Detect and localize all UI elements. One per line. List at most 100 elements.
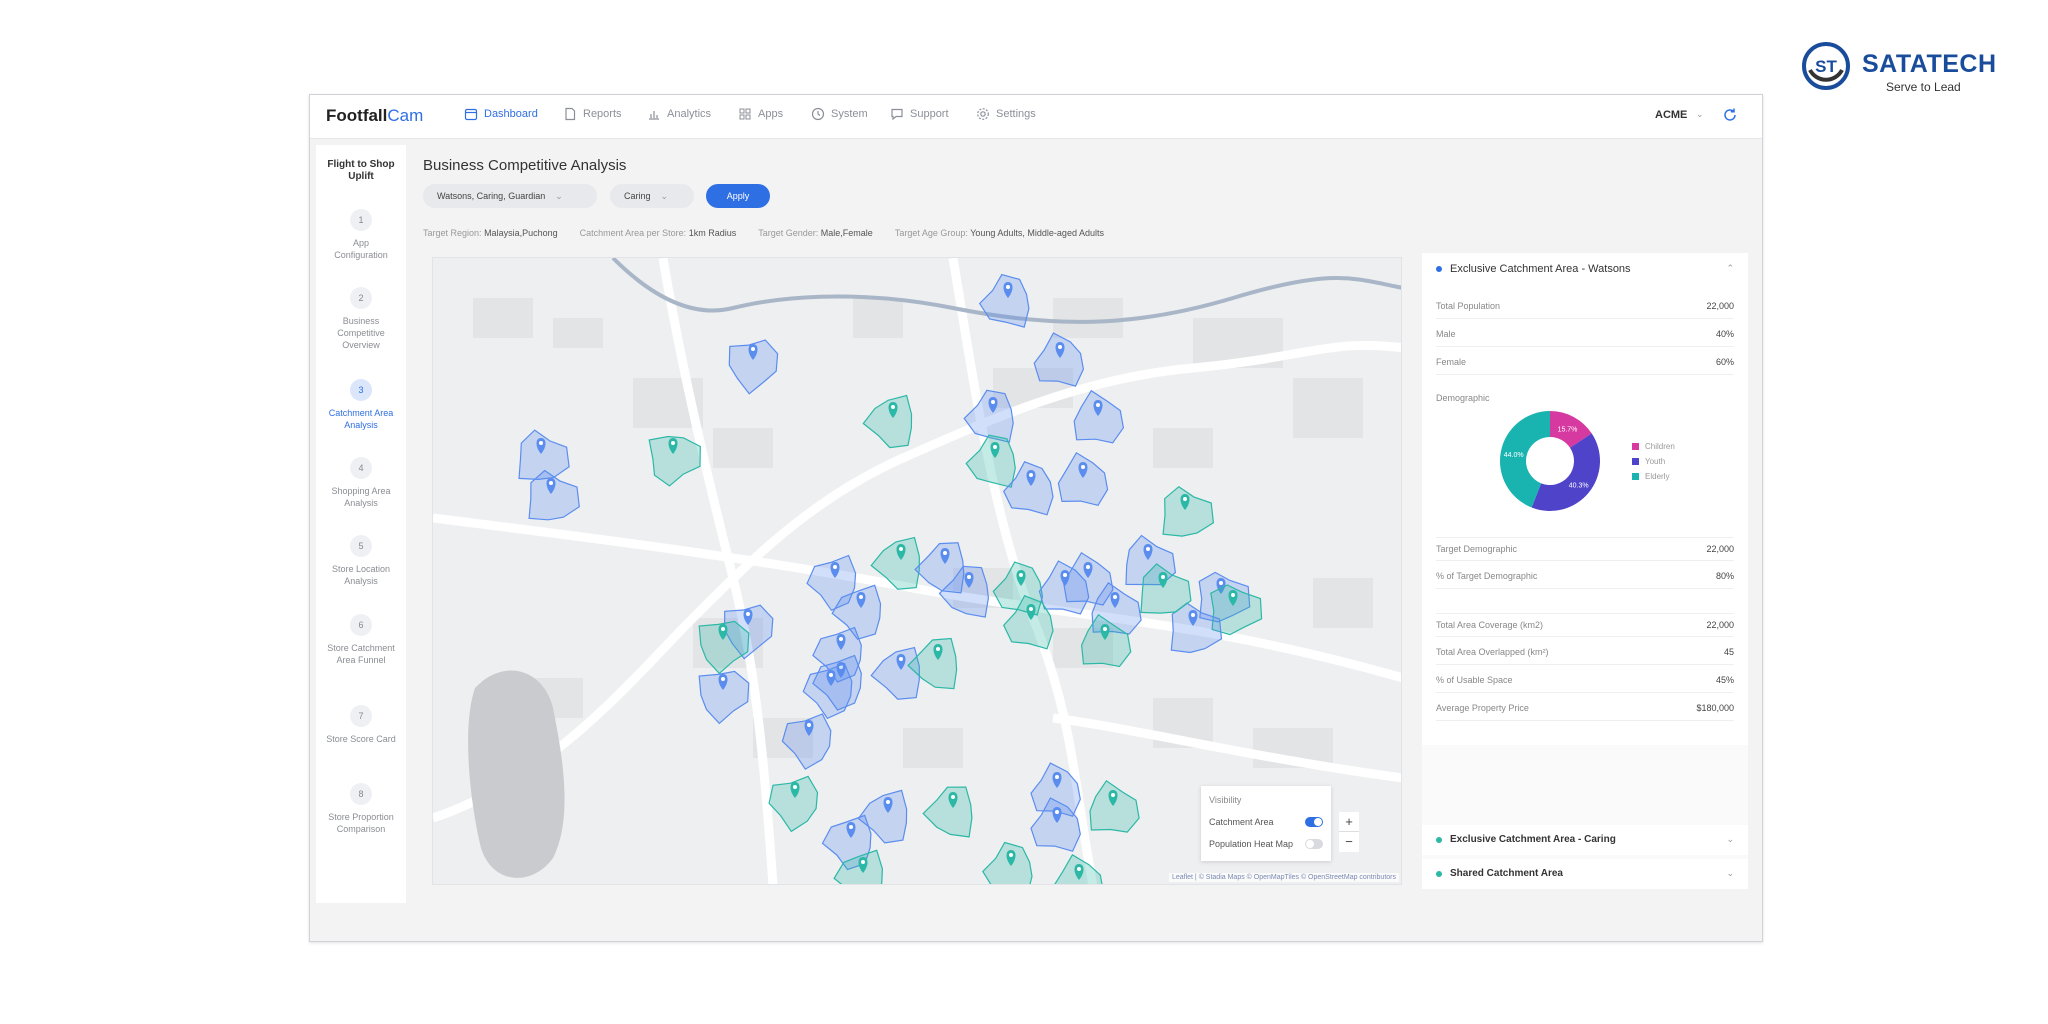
caring-catchment-area[interactable] bbox=[768, 775, 819, 833]
nav-apps[interactable]: Apps bbox=[738, 107, 783, 121]
watsons-catchment-area[interactable] bbox=[728, 339, 779, 395]
watsons-section-header[interactable]: Exclusive Catchment Area - Watsons bbox=[1436, 263, 1631, 275]
grid-icon bbox=[739, 108, 751, 120]
population-heat-map-toggle[interactable] bbox=[1305, 839, 1323, 849]
stat-row: Total Area Coverage (km2) 22,000 bbox=[1436, 613, 1734, 637]
map-attribution[interactable]: Leaflet | © Stadia Maps © OpenMapTiles ©… bbox=[1168, 873, 1399, 882]
store-pin-dot bbox=[943, 551, 947, 555]
catchment-polygon[interactable] bbox=[965, 434, 1016, 488]
catchment-polygon[interactable] bbox=[1033, 332, 1085, 387]
step-store-catchment-area-funnel[interactable]: 6 Store Catchment Area Funnel bbox=[316, 614, 406, 666]
caring-catchment-area[interactable] bbox=[648, 435, 701, 487]
step-business-competitive-overview[interactable]: 2 Business Competitive Overview bbox=[316, 287, 406, 351]
watsons-catchment-area[interactable] bbox=[1057, 451, 1109, 506]
catchment-polygon[interactable] bbox=[1057, 451, 1109, 506]
store-pin-dot bbox=[859, 595, 863, 599]
store-pin-dot bbox=[839, 637, 843, 641]
step-store-proportion-comparison[interactable]: 8 Store Proportion Comparison bbox=[316, 783, 406, 835]
shared-section-header[interactable]: Shared Catchment Area bbox=[1436, 868, 1563, 879]
catchment-polygon[interactable] bbox=[963, 389, 1014, 443]
step-store-score-card[interactable]: 7 Store Score Card bbox=[316, 705, 406, 745]
store-pin-dot bbox=[807, 723, 811, 727]
catchment-areas[interactable] bbox=[518, 273, 1263, 886]
catchment-polygon[interactable] bbox=[862, 394, 913, 449]
caring-catchment-area[interactable] bbox=[982, 841, 1033, 886]
store-pin-dot bbox=[1077, 867, 1081, 871]
caring-catchment-area[interactable] bbox=[1162, 485, 1215, 537]
zoom-in-button[interactable]: + bbox=[1339, 812, 1359, 832]
lake bbox=[468, 670, 565, 878]
store-pin-dot bbox=[833, 565, 837, 569]
store-pin-dot bbox=[1029, 607, 1033, 611]
store-pin-dot bbox=[539, 441, 543, 445]
watsons-catchment-area[interactable] bbox=[528, 469, 580, 521]
chevron-down-icon[interactable]: ⌄ bbox=[1726, 868, 1734, 879]
store-pin-dot bbox=[793, 785, 797, 789]
chevron-down-icon[interactable]: ⌄ bbox=[1726, 834, 1734, 845]
catchment-polygon[interactable] bbox=[922, 786, 973, 838]
catchment-polygon[interactable] bbox=[982, 841, 1033, 886]
caring-catchment-area[interactable] bbox=[1054, 853, 1103, 885]
store-pin-dot bbox=[1029, 473, 1033, 477]
store-pin-dot bbox=[886, 800, 890, 804]
shared-section[interactable]: Shared Catchment Area ⌄ bbox=[1422, 859, 1748, 889]
store-pin-dot bbox=[991, 400, 995, 404]
footer-strip bbox=[310, 903, 1762, 941]
step-catchment-area-analysis[interactable]: 3 Catchment Area Analysis bbox=[316, 379, 406, 431]
nav-settings[interactable]: Settings bbox=[976, 107, 1036, 121]
chevron-down-icon: ⌄ bbox=[555, 191, 563, 201]
shared-dot bbox=[1436, 870, 1442, 877]
caring-catchment-area[interactable] bbox=[1089, 779, 1140, 833]
chevron-down-icon[interactable]: ⌄ bbox=[1696, 109, 1704, 120]
stat-row: Total Population 22,000 bbox=[1436, 295, 1734, 319]
caring-section[interactable]: Exclusive Catchment Area - Caring ⌄ bbox=[1422, 825, 1748, 855]
caring-section-header[interactable]: Exclusive Catchment Area - Caring bbox=[1436, 834, 1616, 845]
page-title: Business Competitive Analysis bbox=[423, 157, 627, 174]
map-buildings bbox=[473, 298, 1373, 768]
step-shopping-area-analysis[interactable]: 4 Shopping Area Analysis bbox=[316, 457, 406, 509]
apply-button[interactable]: Apply bbox=[706, 184, 770, 208]
nav-support[interactable]: Support bbox=[890, 107, 949, 121]
visibility-panel: Visibility Catchment Area Population Hea… bbox=[1201, 786, 1331, 861]
catchment-polygon[interactable] bbox=[978, 273, 1030, 328]
footfallcam-logo[interactable]: FootfallCam bbox=[326, 106, 423, 126]
catchment-polygon[interactable] bbox=[870, 646, 920, 700]
nav-reports[interactable]: Reports bbox=[563, 107, 622, 121]
stat-row: Target Demographic 22,000 bbox=[1436, 537, 1734, 561]
catchment-polygon[interactable] bbox=[528, 469, 580, 521]
nav-analytics[interactable]: Analytics bbox=[647, 107, 711, 121]
catchment-polygon[interactable] bbox=[1089, 779, 1140, 833]
catchment-map[interactable]: Visibility Catchment Area Population Hea… bbox=[432, 257, 1402, 885]
layer-heatmap-label: Population Heat Map bbox=[1209, 839, 1294, 849]
competitor-filter-select[interactable]: Caring ⌄ bbox=[610, 184, 694, 208]
nav-dashboard[interactable]: Dashboard bbox=[464, 107, 538, 121]
brand-filter-select[interactable]: Watsons, Caring, Guardian ⌄ bbox=[423, 184, 597, 208]
app-window: FootfallCam Dashboard Reports Analytics … bbox=[309, 94, 1763, 942]
step-store-location-analysis[interactable]: 5 Store Location Analysis bbox=[316, 535, 406, 587]
zoom-out-button[interactable]: − bbox=[1339, 832, 1359, 852]
store-pin-dot bbox=[1111, 793, 1115, 797]
nav-system[interactable]: System bbox=[811, 107, 868, 121]
watsons-catchment-area[interactable] bbox=[1073, 389, 1125, 444]
catchment-polygon[interactable] bbox=[1162, 485, 1215, 537]
refresh-icon[interactable] bbox=[1722, 107, 1738, 123]
caring-catchment-area[interactable] bbox=[965, 434, 1016, 488]
watsons-catchment-area[interactable] bbox=[802, 662, 853, 720]
caring-catchment-area[interactable] bbox=[862, 394, 913, 449]
account-menu[interactable]: ACME bbox=[1655, 109, 1687, 121]
step-app-configuration[interactable]: 1 App Configuration bbox=[316, 209, 406, 261]
stat-row: Male 40% bbox=[1436, 323, 1734, 347]
visibility-title: Visibility bbox=[1209, 795, 1242, 805]
watsons-catchment-area[interactable] bbox=[978, 273, 1030, 328]
watsons-catchment-area[interactable] bbox=[698, 670, 750, 725]
catchment-area-toggle[interactable] bbox=[1305, 817, 1323, 827]
chevron-up-icon[interactable]: ⌃ bbox=[1726, 263, 1734, 274]
legend-item-youth: Youth bbox=[1632, 454, 1675, 469]
store-pin-dot bbox=[861, 860, 865, 864]
caring-catchment-area[interactable] bbox=[922, 786, 973, 838]
watsons-catchment-area[interactable] bbox=[963, 389, 1014, 443]
catchment-polygon[interactable] bbox=[1073, 389, 1125, 444]
watsons-catchment-area[interactable] bbox=[1033, 332, 1085, 387]
watsons-catchment-area[interactable] bbox=[870, 646, 920, 700]
brand-name: SATATECH bbox=[1862, 50, 1997, 78]
